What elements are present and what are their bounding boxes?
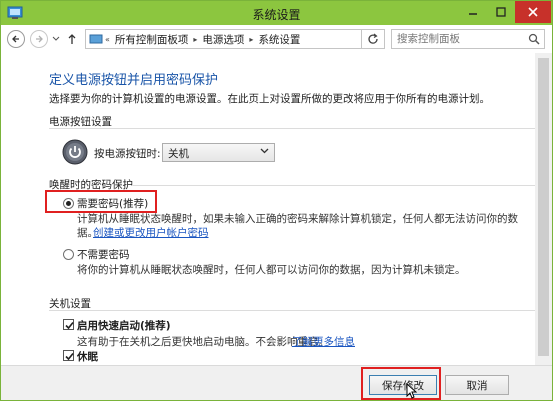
vertical-scrollbar[interactable] <box>535 53 552 365</box>
search-icon[interactable] <box>528 33 540 45</box>
checkmark-icon <box>65 321 74 330</box>
page-title: 定义电源按钮并启用密码保护 <box>49 73 219 88</box>
maximize-icon <box>496 7 506 17</box>
breadcrumb-item-system-settings[interactable]: 系统设置 <box>255 32 303 47</box>
up-button[interactable] <box>65 30 79 48</box>
breadcrumb-separator-icon[interactable]: ▸ <box>247 35 255 44</box>
section-divider <box>133 185 545 186</box>
breadcrumb-separator-icon[interactable]: ▸ <box>191 35 199 44</box>
fast-startup-checkbox[interactable] <box>63 319 74 330</box>
power-button-action-value: 关机 <box>168 148 189 160</box>
breadcrumb[interactable]: « 所有控制面板项 ▸ 电源选项 ▸ 系统设置 <box>85 29 385 49</box>
arrow-left-icon <box>12 35 19 43</box>
breadcrumb-item-all-items[interactable]: 所有控制面板项 <box>112 32 192 47</box>
hibernate-checkbox[interactable] <box>63 350 74 361</box>
settings-content: 定义电源按钮并启用密码保护 选择要为你的计算机设置的电源设置。在此页上对设置所做… <box>1 53 552 365</box>
power-button-action-select[interactable]: 关机 <box>162 143 275 162</box>
address-bar: « 所有控制面板项 ▸ 电源选项 ▸ 系统设置 <box>1 25 552 53</box>
learn-more-link[interactable]: 了解更多信息 <box>292 334 355 349</box>
minimize-icon <box>469 13 477 15</box>
search-input[interactable] <box>392 30 524 48</box>
no-password-description: 将你的计算机从睡眠状态唤醒时，任何人都可以访问你的数据，因为计算机未锁定。 <box>77 264 466 276</box>
control-panel-small-icon <box>89 34 103 44</box>
title-bar[interactable]: 系统设置 <box>1 1 552 25</box>
no-password-label[interactable]: 不需要密码 <box>77 247 130 262</box>
power-button-icon <box>62 139 88 165</box>
chevron-down-icon <box>52 36 60 41</box>
arrow-right-icon <box>36 35 43 43</box>
search-box[interactable] <box>391 29 545 49</box>
power-buttons-section-label: 电源按钮设置 <box>49 116 112 128</box>
maximize-button[interactable] <box>487 1 515 23</box>
arrow-up-icon <box>68 34 76 44</box>
back-button[interactable] <box>7 30 25 48</box>
close-icon <box>528 7 538 17</box>
recent-locations-button[interactable] <box>50 30 62 48</box>
shutdown-section-label: 关机设置 <box>49 298 91 310</box>
system-settings-window: 系统设置 « 所有控制面板项 ▸ 电源选项 ▸ 系统设置 搜索控制面板 定义电源… <box>0 0 553 401</box>
breadcrumb-separator-icon: « <box>105 34 110 44</box>
hibernate-label[interactable]: 休眠 <box>77 349 98 364</box>
section-divider <box>49 128 545 129</box>
power-button-action-label: 按电源按钮时: <box>94 148 161 160</box>
require-password-description: 计算机从睡眠状态唤醒时，如果未输入正确的密码来解除计算机锁定，任何人都无法访问你… <box>77 213 518 225</box>
section-divider <box>49 310 545 311</box>
refresh-button[interactable] <box>361 30 383 48</box>
mouse-cursor-icon <box>406 383 417 399</box>
create-password-link[interactable]: 创建或更改用户帐户密码 <box>93 225 209 240</box>
footer-bar: 保存修改 取消 <box>1 365 552 400</box>
fast-startup-label[interactable]: 启用快速启动(推荐) <box>77 318 171 333</box>
highlight-box <box>45 190 157 213</box>
scrollbar-thumb[interactable] <box>538 58 549 356</box>
page-description: 选择要为你的计算机设置的电源设置。在此页上对设置所做的更改将应用于你所有的电源计… <box>49 93 490 105</box>
cancel-button[interactable]: 取消 <box>445 375 509 395</box>
close-button[interactable] <box>515 1 551 23</box>
forward-button[interactable] <box>30 30 48 48</box>
refresh-icon <box>367 33 378 44</box>
breadcrumb-item-power-options[interactable]: 电源选项 <box>199 32 247 47</box>
highlight-box <box>361 367 441 400</box>
minimize-button[interactable] <box>459 1 487 23</box>
checkmark-icon <box>65 352 74 361</box>
no-password-radio[interactable] <box>63 249 74 260</box>
chevron-down-icon <box>260 148 269 154</box>
